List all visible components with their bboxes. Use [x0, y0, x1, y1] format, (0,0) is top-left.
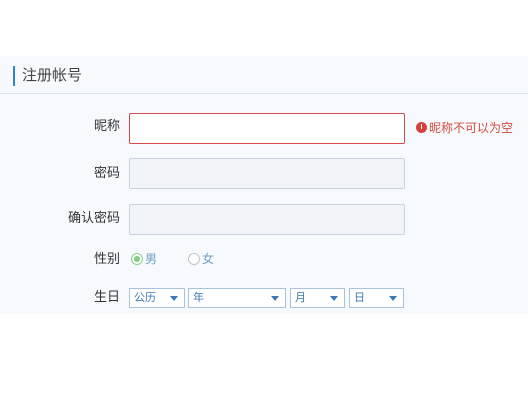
chevron-down-icon — [389, 296, 397, 301]
radio-male[interactable] — [131, 253, 143, 265]
nickname-input[interactable] — [129, 113, 405, 144]
day-select-value: 日 — [354, 291, 365, 304]
calendar-select-value: 公历 — [134, 291, 156, 304]
nickname-error: 昵称不可以为空 — [416, 120, 513, 136]
header-accent-bar — [13, 66, 15, 86]
year-select-value: 年 — [193, 291, 204, 304]
month-select-value: 月 — [295, 291, 306, 304]
confirm-password-input[interactable] — [129, 204, 405, 235]
confirm-password-label: 确认密码 — [67, 211, 120, 226]
gender-female-option[interactable]: 女 — [188, 252, 214, 266]
year-select[interactable]: 年 — [188, 288, 286, 308]
birthday-label: 生日 — [93, 290, 120, 305]
month-select[interactable]: 月 — [290, 288, 345, 308]
panel-header: 注册帐号 — [0, 56, 528, 94]
gender-male-option[interactable]: 男 — [131, 252, 157, 266]
gender-female-label: 女 — [202, 252, 215, 266]
nickname-error-text: 昵称不可以为空 — [429, 121, 514, 135]
password-input[interactable] — [129, 158, 405, 189]
chevron-down-icon — [330, 296, 338, 301]
error-icon — [416, 122, 427, 133]
password-label: 密码 — [93, 166, 120, 181]
radio-female[interactable] — [188, 253, 200, 265]
calendar-select[interactable]: 公历 — [129, 288, 185, 308]
chevron-down-icon — [170, 296, 178, 301]
day-select[interactable]: 日 — [349, 288, 404, 308]
gender-male-label: 男 — [145, 252, 158, 266]
chevron-down-icon — [271, 296, 279, 301]
page-title: 注册帐号 — [22, 66, 83, 84]
nickname-label: 昵称 — [93, 119, 120, 134]
gender-label: 性别 — [93, 252, 120, 267]
register-panel: 注册帐号 昵称 昵称不可以为空 密码 确认密码 性别 男 女 生日 公历 年 月… — [0, 56, 528, 314]
